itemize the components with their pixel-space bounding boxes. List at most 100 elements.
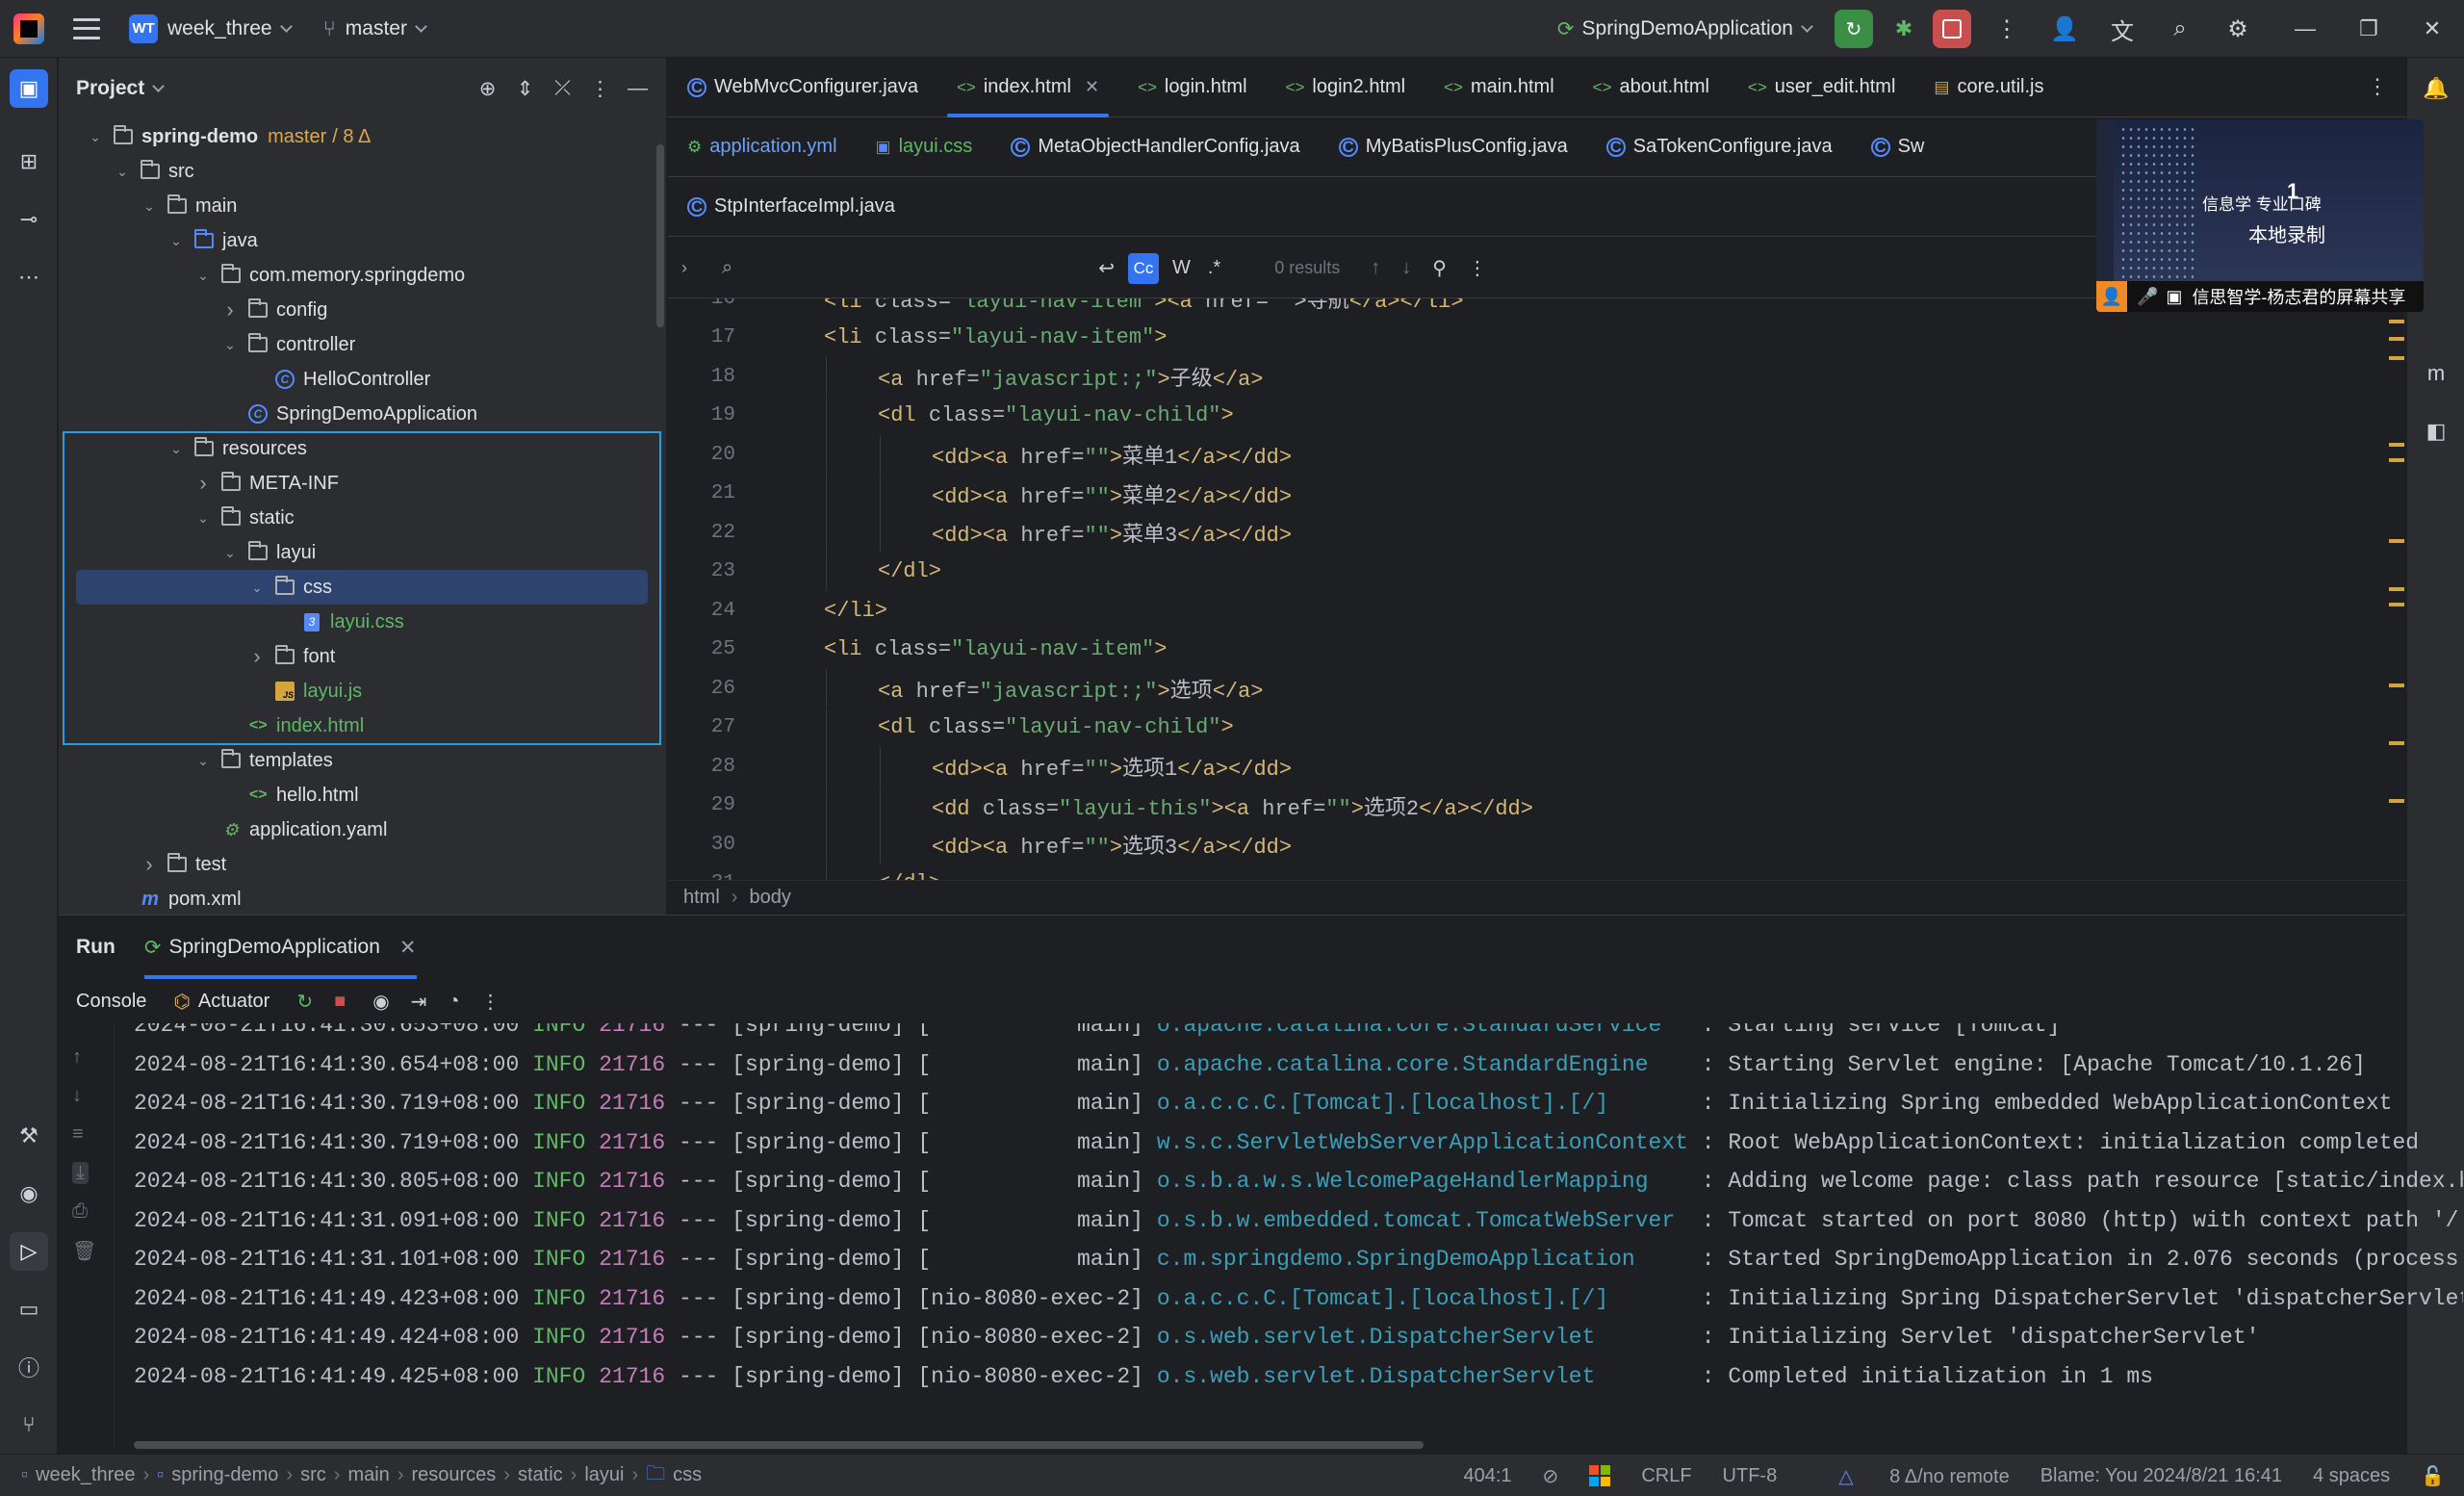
status-breadcrumb-item[interactable]: resources — [411, 1464, 496, 1486]
chevron-right-icon[interactable]: › — [141, 852, 157, 877]
lock-icon[interactable]: 🔓 — [2421, 1464, 2445, 1488]
tree-item[interactable]: › test — [59, 847, 646, 882]
build-tool-icon[interactable]: ⚒ — [10, 1117, 48, 1155]
expand-all-icon[interactable]: ⇕ — [506, 69, 544, 108]
chevron-down-icon[interactable]: ⌄ — [168, 233, 184, 249]
scroll-up-icon[interactable]: ↑ — [72, 1046, 82, 1069]
rerun-button[interactable]: ↻ — [1835, 10, 1873, 48]
more-options-icon[interactable]: ⋮ — [481, 990, 500, 1014]
chevron-down-icon[interactable]: ⌄ — [249, 580, 265, 596]
rerun-icon[interactable]: ↻ — [296, 990, 313, 1014]
match-case-toggle[interactable]: Cc — [1127, 252, 1159, 284]
indent-setting[interactable]: 4 spaces — [2313, 1465, 2390, 1487]
clear-console-icon[interactable]: 🗑 — [72, 1239, 96, 1263]
tree-item[interactable]: <> hello.html — [59, 778, 646, 812]
tree-item[interactable]: ⌄ spring-demo master/ 8 Δ — [59, 119, 646, 154]
chevron-down-icon[interactable]: ⌄ — [141, 198, 157, 215]
chevron-down-icon[interactable]: ⌄ — [195, 510, 211, 527]
microphone-icon[interactable]: 🎤 — [2137, 287, 2158, 307]
tree-item[interactable]: 3 layui.css — [59, 605, 646, 639]
project-tool-icon[interactable]: ▣ — [10, 69, 48, 108]
chevron-down-icon[interactable]: ⌄ — [168, 441, 184, 457]
expand-replace-icon[interactable]: › — [681, 258, 687, 278]
newline-icon[interactable]: ↩ — [1098, 256, 1115, 280]
next-match-icon[interactable]: ↓ — [1401, 257, 1411, 279]
tree-item[interactable]: JS layui.js — [59, 674, 646, 709]
options-icon[interactable]: ⋮ — [581, 69, 619, 108]
git-tool-icon[interactable]: ⑂ — [10, 1406, 48, 1444]
editor-tab[interactable]: C MyBatisPlusConfig.java — [1320, 117, 1587, 177]
tree-item[interactable]: ⚙ application.yaml — [59, 812, 646, 847]
editor-tab[interactable]: <> login2.html — [1267, 58, 1425, 117]
status-breadcrumb-item[interactable]: static — [518, 1464, 563, 1486]
tree-item[interactable]: ⌄ layui — [59, 535, 646, 570]
locate-file-icon[interactable]: ⊕ — [469, 69, 506, 108]
close-tab-icon[interactable]: ✕ — [399, 936, 417, 960]
run-tool-icon[interactable]: ▷ — [10, 1232, 48, 1271]
project-name-dropdown[interactable]: week_three — [167, 17, 272, 40]
run-config-tab[interactable]: ⟳ SpringDemoApplication ✕ — [143, 916, 417, 979]
main-menu-icon[interactable] — [73, 17, 100, 39]
editor-tab[interactable]: C MetaObjectHandlerConfig.java — [991, 117, 1319, 177]
caret-position[interactable]: 404:1 — [1463, 1465, 1511, 1487]
chevron-right-icon[interactable]: › — [222, 297, 238, 322]
error-stripe[interactable] — [2389, 298, 2406, 880]
tab-options-icon[interactable]: ⋮ — [2358, 67, 2397, 106]
editor-tab[interactable]: <> main.html — [1424, 58, 1574, 117]
chevron-right-icon[interactable]: › — [195, 471, 211, 496]
git-blame[interactable]: Blame: You 2024/8/21 16:41 — [2040, 1465, 2282, 1487]
tree-item[interactable]: ⌄ templates — [59, 743, 646, 778]
status-breadcrumb-item[interactable]: week_three — [36, 1464, 135, 1486]
editor-tab[interactable]: C StpInterfaceImpl.java — [668, 177, 914, 237]
actuator-tab[interactable]: Actuator — [198, 991, 270, 1013]
close-window-icon[interactable]: ✕ — [2400, 16, 2464, 41]
tree-item[interactable]: ⌄ static — [59, 501, 646, 535]
chevron-right-icon[interactable]: › — [249, 644, 265, 669]
add-user-icon[interactable]: 👤 — [2042, 7, 2087, 51]
console-horizontal-scrollbar[interactable] — [134, 1441, 1424, 1449]
search-icon[interactable]: ⌕ — [2158, 7, 2202, 51]
whole-word-toggle[interactable]: W — [1172, 257, 1191, 279]
regex-toggle[interactable]: .* — [1208, 257, 1220, 279]
tree-item[interactable]: C HelloController — [59, 362, 646, 397]
editor-tab[interactable]: ⚙ application.yml — [668, 117, 857, 177]
chevron-down-icon[interactable]: ⌄ — [222, 337, 238, 353]
print-icon[interactable]: ⎙ — [72, 1200, 88, 1223]
search-options-icon[interactable]: ⋮ — [1468, 256, 1487, 280]
tree-item[interactable]: ⌄ java — [59, 223, 646, 258]
screen-share-icon[interactable]: ▣ — [2166, 287, 2182, 307]
tree-item[interactable]: ⌄ main — [59, 189, 646, 223]
project-panel-title[interactable]: Project — [76, 77, 144, 100]
close-tab-icon[interactable]: ✕ — [1085, 77, 1099, 97]
screen-share-overlay[interactable]: 1 信息学 专业口碑 本地录制 👤 🎤 ▣ 信思智学-杨志君的屏幕共享 — [2096, 119, 2424, 312]
editor-tab[interactable]: C Sw — [1852, 117, 1944, 177]
status-breadcrumb-item[interactable]: spring-demo — [171, 1464, 278, 1486]
editor-tab[interactable]: C SaTokenConfigure.java — [1587, 117, 1852, 177]
tree-item[interactable]: ⌄ src — [59, 154, 646, 189]
project-badge[interactable]: WT — [129, 13, 158, 43]
editor-tab[interactable]: <> login.html — [1118, 58, 1266, 117]
stop-button[interactable] — [1933, 10, 1971, 48]
chevron-down-icon[interactable]: ⌄ — [195, 753, 211, 769]
tree-item[interactable]: › font — [59, 639, 646, 674]
commit-tool-icon[interactable]: ⊸ — [10, 200, 48, 239]
more-tools-icon[interactable]: ⋯ — [10, 258, 48, 297]
status-breadcrumb-item[interactable]: main — [347, 1464, 389, 1486]
console-tab[interactable]: Console — [76, 991, 146, 1013]
line-separator[interactable]: CRLF — [1641, 1465, 1691, 1487]
dashboard-icon[interactable]: ◔ — [448, 991, 459, 1013]
hide-panel-icon[interactable]: — — [619, 69, 656, 108]
minimize-window-icon[interactable]: — — [2273, 16, 2337, 41]
editor-tab[interactable]: ▣ layui.css — [857, 117, 992, 177]
stop-icon[interactable]: ■ — [334, 991, 346, 1013]
tree-item[interactable]: m pom.xml — [59, 882, 646, 916]
notifications-icon[interactable]: 🔔 — [2417, 69, 2455, 108]
power-save-icon[interactable]: ⊘ — [1543, 1464, 1559, 1488]
breadcrumb-body[interactable]: body — [749, 887, 790, 909]
status-breadcrumb-item[interactable]: css — [673, 1464, 702, 1486]
terminal-tool-icon[interactable]: ▭ — [10, 1290, 48, 1328]
settings-gear-icon[interactable]: ⚙ — [2216, 7, 2260, 51]
file-encoding[interactable]: UTF-8 — [1723, 1465, 1778, 1487]
vcs-status[interactable]: △ 8 Δ/no remote — [1808, 1464, 2009, 1488]
branch-dropdown[interactable]: master — [346, 17, 407, 40]
